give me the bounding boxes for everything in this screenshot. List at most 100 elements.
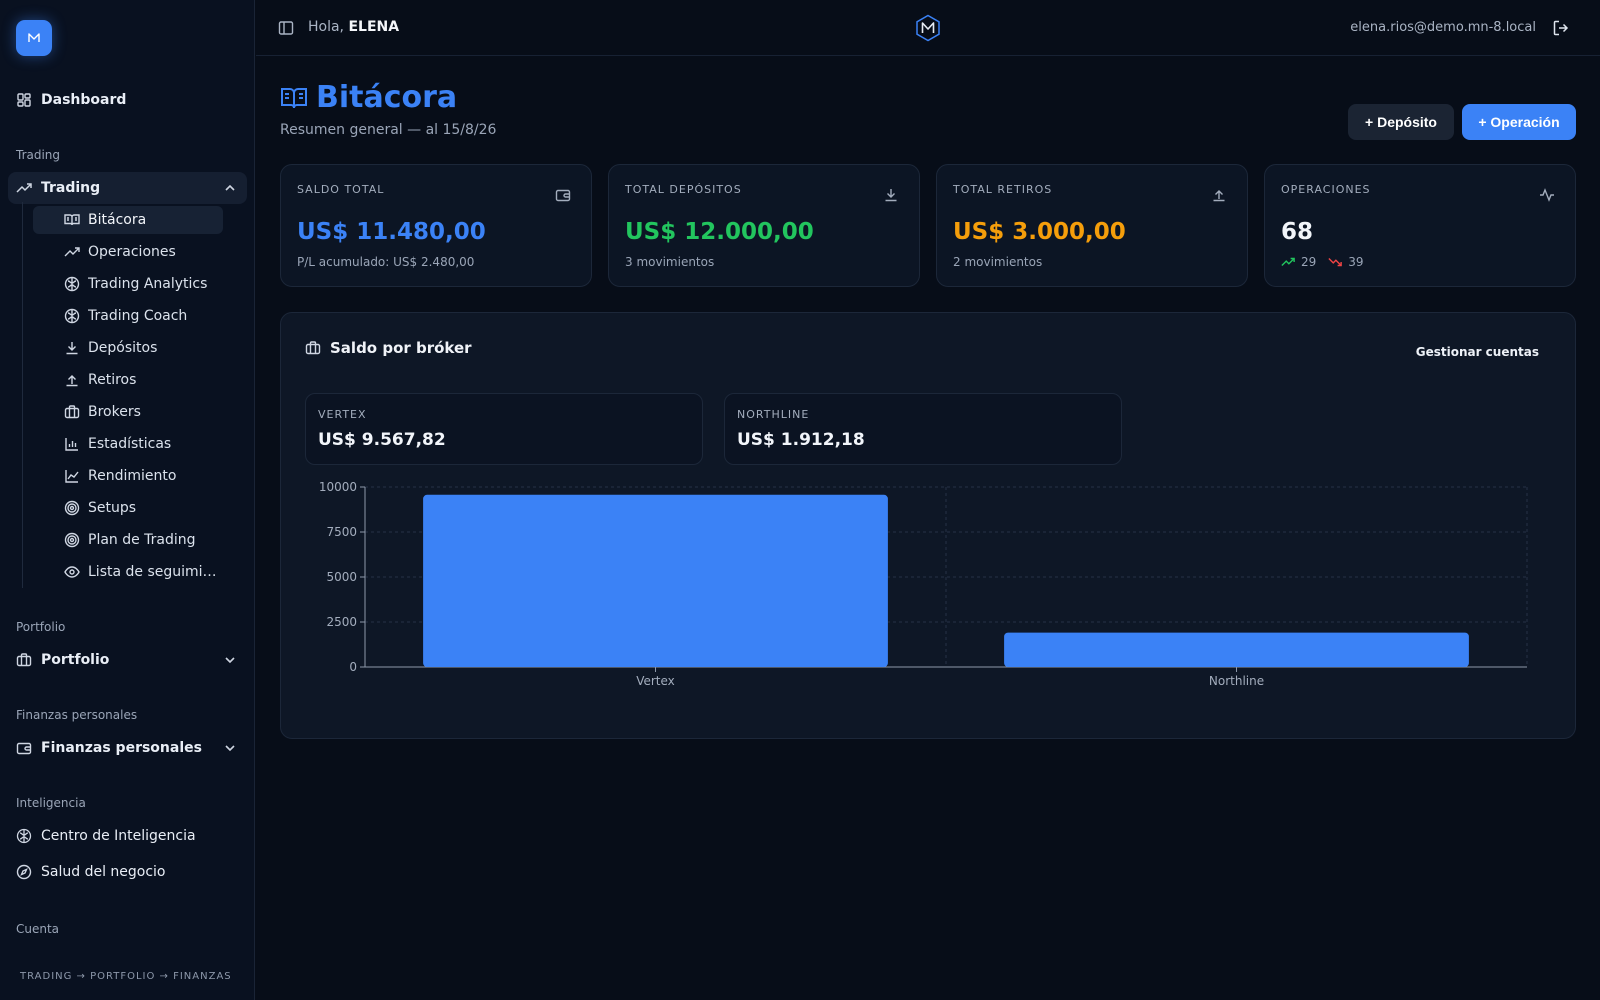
stat-note: P/L acumulado: US$ 2.480,00 (297, 255, 475, 269)
sidebar-item-centro-inteligencia[interactable]: Centro de Inteligencia (8, 820, 247, 852)
sidebar-item-label: Centro de Inteligencia (41, 828, 196, 844)
logout-icon[interactable] (1552, 19, 1570, 37)
add-deposit-button[interactable]: + Depósito (1348, 104, 1454, 140)
bar-chart-icon (65, 438, 78, 451)
chart-bar (1004, 632, 1469, 667)
add-operation-button[interactable]: + Operación (1462, 104, 1576, 140)
panel-title-text: Saldo por bróker (330, 339, 472, 357)
sidebar-group-portfolio[interactable]: Portfolio (8, 644, 247, 676)
sidebar-subitem[interactable]: Plan de Trading (33, 526, 223, 554)
activity-icon (1540, 188, 1554, 202)
broker-card-northline[interactable]: NORTHLINE US$ 1.912,18 (724, 393, 1122, 465)
stat-card: TOTAL RETIROS US$ 3.000,00 2 movimientos (936, 164, 1248, 287)
compass-icon (16, 864, 32, 880)
sidebar-subitem[interactable]: Setups (33, 494, 223, 522)
trending-down-icon (1328, 258, 1343, 267)
briefcase-icon (305, 341, 321, 355)
losses-count: 39 (1348, 255, 1364, 269)
section-label-cuenta: Cuenta (16, 922, 60, 936)
sidebar-group-label: Trading (41, 180, 101, 196)
main-content: Bitácora Resumen general — al 15/8/26 + … (256, 56, 1600, 1000)
section-label-finanzas: Finanzas personales (16, 708, 138, 722)
target-icon (64, 532, 80, 548)
y-tick-label: 2500 (326, 615, 357, 629)
briefcase-icon (64, 405, 80, 419)
trending-up-icon (16, 180, 32, 196)
sidebar-subitem[interactable]: Trading Analytics (33, 270, 223, 298)
page-subtitle: Resumen general — al 15/8/26 (280, 122, 497, 138)
y-tick-label: 0 (349, 660, 357, 674)
sidebar-subitem-label: Retiros (88, 372, 137, 388)
sidebar-subitem[interactable]: Lista de seguimiento (33, 558, 223, 586)
chevron-up-icon[interactable] (223, 181, 237, 195)
chart-bar (423, 494, 888, 667)
sidebar-subitem-label: Depósitos (88, 340, 158, 356)
user-name: ELENA (348, 19, 400, 35)
section-label-portfolio: Portfolio (16, 620, 66, 634)
sidebar-item-dashboard[interactable]: Dashboard (8, 84, 247, 116)
sidebar-subitem-label: Plan de Trading (88, 532, 196, 548)
sidebar: Dashboard Trading Trading Bitácora Operac… (0, 0, 255, 1000)
sidebar-subitem-label: Bitácora (88, 212, 147, 228)
dashboard-icon (16, 92, 32, 108)
sidebar-group-finanzas[interactable]: Finanzas personales (8, 732, 247, 764)
upload-icon (1213, 190, 1225, 202)
x-tick-label: Northline (1209, 674, 1264, 688)
stat-label: TOTAL DEPÓSITOS (625, 183, 742, 196)
sidebar-subitem[interactable]: Bitácora (33, 206, 223, 234)
trending-up-icon (1281, 257, 1295, 266)
sidebar-subitem[interactable]: Retiros (33, 366, 223, 394)
sidebar-subitem[interactable]: Depósitos (33, 334, 223, 362)
y-tick-label: 5000 (326, 570, 357, 584)
target-icon (64, 500, 80, 516)
sidebar-subitem[interactable]: Rendimiento (33, 462, 223, 490)
app-logo[interactable] (16, 20, 52, 56)
broker-card-vertex[interactable]: VERTEX US$ 9.567,82 (305, 393, 703, 465)
brain-icon (16, 828, 32, 844)
briefcase-icon (16, 652, 32, 668)
greeting-text: Hola, (308, 19, 345, 35)
broker-name: VERTEX (318, 408, 367, 421)
stat-note: 2 movimientos (953, 255, 1043, 269)
page-title: Bitácora (280, 80, 457, 115)
sidebar-subitem-label: Rendimiento (88, 468, 177, 484)
chevron-down-icon[interactable] (223, 741, 237, 755)
stat-card: TOTAL DEPÓSITOS US$ 12.000,00 3 movimiento… (608, 164, 920, 287)
wins-count: 29 (1301, 255, 1317, 269)
sidebar-subitem-label: Operaciones (88, 244, 176, 260)
sidebar-group-trading[interactable]: Trading (8, 172, 247, 204)
sidebar-toggle-icon[interactable] (278, 20, 294, 36)
stat-card: OPERACIONES 68 29 39 (1264, 164, 1576, 287)
manage-accounts-link[interactable]: Gestionar cuentas (1416, 345, 1539, 359)
trending-up-icon (64, 247, 80, 257)
stat-value: US$ 11.480,00 (297, 219, 486, 245)
sidebar-item-salud-negocio[interactable]: Salud del negocio (8, 856, 247, 888)
sidebar-subitem[interactable]: Trading Coach (33, 302, 223, 330)
sidebar-subitem-label: Trading Coach (88, 308, 188, 324)
download-icon (66, 342, 78, 355)
brand-logo-icon[interactable] (914, 14, 942, 42)
chevron-down-icon[interactable] (223, 653, 237, 667)
stat-label: TOTAL RETIROS (953, 183, 1053, 196)
brain-icon (64, 276, 80, 292)
sidebar-group-label: Finanzas personales (41, 740, 202, 756)
sidebar-subitem-label: Brokers (88, 404, 141, 420)
section-label-trading: Trading (16, 148, 61, 162)
line-chart-icon (65, 470, 79, 483)
stat-label: SALDO TOTAL (297, 183, 385, 196)
stat-label: OPERACIONES (1281, 183, 1371, 196)
book-open-icon (64, 214, 80, 226)
logo-m-icon (28, 33, 40, 42)
sidebar-subitem[interactable]: Brokers (33, 398, 223, 426)
broker-balance: US$ 1.912,18 (737, 430, 865, 450)
sidebar-subitem[interactable]: Estadísticas (33, 430, 223, 458)
user-email: elena.rios@demo.mn-8.local (1350, 20, 1536, 35)
stat-note: 3 movimientos (625, 255, 715, 269)
upload-icon (66, 375, 78, 387)
broker-balance: US$ 9.567,82 (318, 430, 446, 450)
wallet-icon (16, 740, 32, 756)
sidebar-subitem[interactable]: Operaciones (33, 238, 223, 266)
page-title-text: Bitácora (316, 80, 458, 115)
stat-value: 68 (1281, 219, 1314, 245)
sidebar-group-label: Portfolio (41, 652, 110, 668)
